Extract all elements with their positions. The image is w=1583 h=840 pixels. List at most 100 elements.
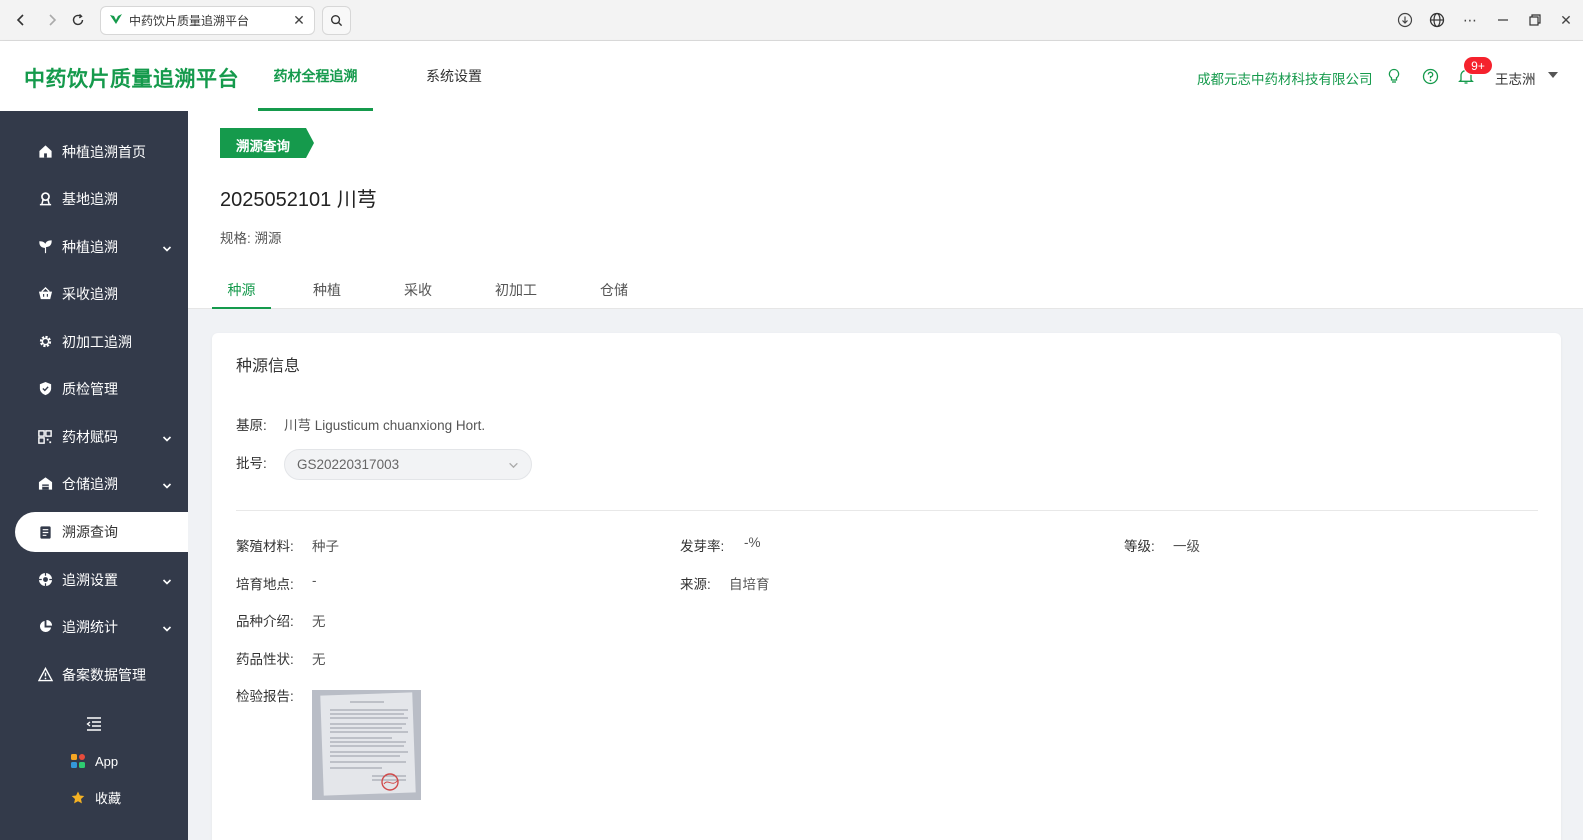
shield-icon [36,380,54,398]
site-favicon-icon [109,12,123,29]
variety-intro-label: 品种介绍: [236,614,294,629]
restore-icon[interactable] [1525,10,1545,30]
sidebar-item-label: 追溯统计 [62,618,118,635]
spec-line: 规格: 溯源 [220,227,282,247]
inspection-report-label: 检验报告: [236,689,294,704]
sidebar-item-home[interactable]: 种植追溯首页 [0,128,188,175]
chevron-down-icon [162,574,172,590]
sidebar-item-label: 种植追溯首页 [62,143,146,160]
chevron-down-icon [508,459,519,474]
content-header-panel: 溯源查询 2025052101 川芎 规格: 溯源 种源 种植 采收 初加工 仓… [188,111,1583,309]
propagation-value: 种子 [312,539,339,554]
sidebar-item-label: 追溯设置 [62,571,118,588]
more-icon[interactable]: ⋯ [1460,10,1480,30]
tab-search-button[interactable] [322,6,351,35]
globe-icon[interactable] [1427,10,1447,30]
gear-icon [36,333,54,351]
tab-seed-source[interactable]: 种源 [212,271,271,309]
download-icon[interactable] [1395,10,1415,30]
batch-select[interactable]: GS20220317003 [284,449,532,480]
sidebar-item-planting[interactable]: 种植追溯 [0,223,188,270]
germination-label: 发芽率: [680,539,725,554]
sidebar-item-filing-data[interactable]: 备案数据管理 [0,651,188,698]
sidebar-item-harvest[interactable]: 采收追溯 [0,270,188,317]
detail-tabs: 种源 种植 采收 初加工 仓储 [212,271,656,309]
collapse-menu-icon[interactable] [86,717,102,734]
warning-icon [36,666,54,684]
breadcrumb-tag: 溯源查询 [220,128,314,158]
crown-star-icon [70,790,86,806]
cultivation-site-label: 培育地点: [236,577,294,592]
sidebar-item-label: 备案数据管理 [62,666,146,683]
sidebar: 种植追溯首页 基地追溯 种植追溯 采收追溯 初加工追溯 质检管理 药材赋码 仓储… [0,111,188,840]
location-icon [36,190,54,208]
company-name[interactable]: 成都元志中药材科技有限公司 [1197,68,1373,88]
basket-icon [36,285,54,303]
inspection-report-thumbnail[interactable] [312,690,421,800]
lightbulb-icon[interactable] [1384,66,1404,86]
home-icon [36,143,54,161]
caret-down-icon[interactable] [1548,72,1558,78]
qrcode-icon [36,428,54,446]
sidebar-item-label: 基地追溯 [62,190,118,207]
browser-tab[interactable]: 中药饮片质量追溯平台 ✕ [100,6,315,35]
tab-harvest[interactable]: 采收 [376,271,460,308]
sidebar-app-label: App [95,753,119,769]
origin-label: 基原: [236,418,267,433]
spec-label: 规格: [220,231,251,246]
warehouse-icon [36,475,54,493]
help-icon[interactable] [1420,66,1440,86]
minimize-icon[interactable] [1493,10,1513,30]
sidebar-item-label: 质检管理 [62,380,118,397]
card-title: 种源信息 [236,358,301,375]
sidebar-item-trace-settings[interactable]: 追溯设置 [0,556,188,603]
tab-planting[interactable]: 种植 [285,271,369,308]
window-close-icon[interactable]: ✕ [1556,10,1576,30]
source-label: 来源: [680,577,711,592]
divider [236,510,1538,511]
tab-processing[interactable]: 初加工 [474,271,558,308]
sidebar-item-coding[interactable]: 药材赋码 [0,413,188,460]
sidebar-item-quality[interactable]: 质检管理 [0,365,188,412]
sidebar-item-base[interactable]: 基地追溯 [0,175,188,222]
tab-title: 中药饮片质量追溯平台 [129,14,250,28]
document-icon [36,523,54,541]
refresh-icon[interactable] [67,9,89,31]
sidebar-app-link[interactable]: App [70,753,118,769]
propagation-label: 繁殖材料: [236,539,294,554]
pie-chart-icon [36,618,54,636]
top-nav: 药材全程追溯 系统设置 [258,41,535,111]
variety-intro-value: 无 [312,614,326,629]
spec-value: 溯源 [254,231,282,246]
germination-value: -% [744,535,761,550]
sidebar-item-label: 药材赋码 [62,428,118,445]
sidebar-favorites-label: 收藏 [95,791,122,806]
sidebar-favorites-link[interactable]: 收藏 [70,788,121,807]
forward-icon[interactable] [41,9,63,31]
source-value: 自培育 [729,577,770,592]
drug-property-value: 无 [312,652,326,667]
user-name[interactable]: 王志洲 [1495,68,1536,88]
sidebar-item-label: 溯源查询 [62,524,118,540]
sidebar-item-storage[interactable]: 仓储追溯 [0,460,188,507]
chevron-down-icon [162,431,172,447]
close-icon[interactable]: ✕ [292,12,306,28]
search-icon [330,14,343,27]
app-header: 中药饮片质量追溯平台 药材全程追溯 系统设置 成都元志中药材科技有限公司 9+ … [0,41,1583,111]
seed-info-card: 种源信息 基原: 川芎 Ligusticum chuanxiong Hort. … [212,333,1561,840]
breadcrumb-tag-label: 溯源查询 [236,139,290,154]
chevron-down-icon [162,621,172,637]
app-logo[interactable]: 中药饮片质量追溯平台 [24,63,239,93]
drug-property-label: 药品性状: [236,652,294,667]
back-icon[interactable] [10,9,32,31]
batch-select-value: GS20220317003 [297,457,400,472]
sidebar-item-trace-query[interactable]: 溯源查询 [15,512,188,552]
grade-value: 一级 [1173,539,1200,554]
top-nav-trace[interactable]: 药材全程追溯 [258,41,373,111]
top-nav-settings[interactable]: 系统设置 [373,41,535,111]
sidebar-item-trace-stats[interactable]: 追溯统计 [0,603,188,650]
tab-storage[interactable]: 仓储 [572,271,656,308]
notification-badge: 9+ [1463,56,1493,75]
sidebar-item-label: 种植追溯 [62,238,118,255]
sidebar-item-processing[interactable]: 初加工追溯 [0,318,188,365]
